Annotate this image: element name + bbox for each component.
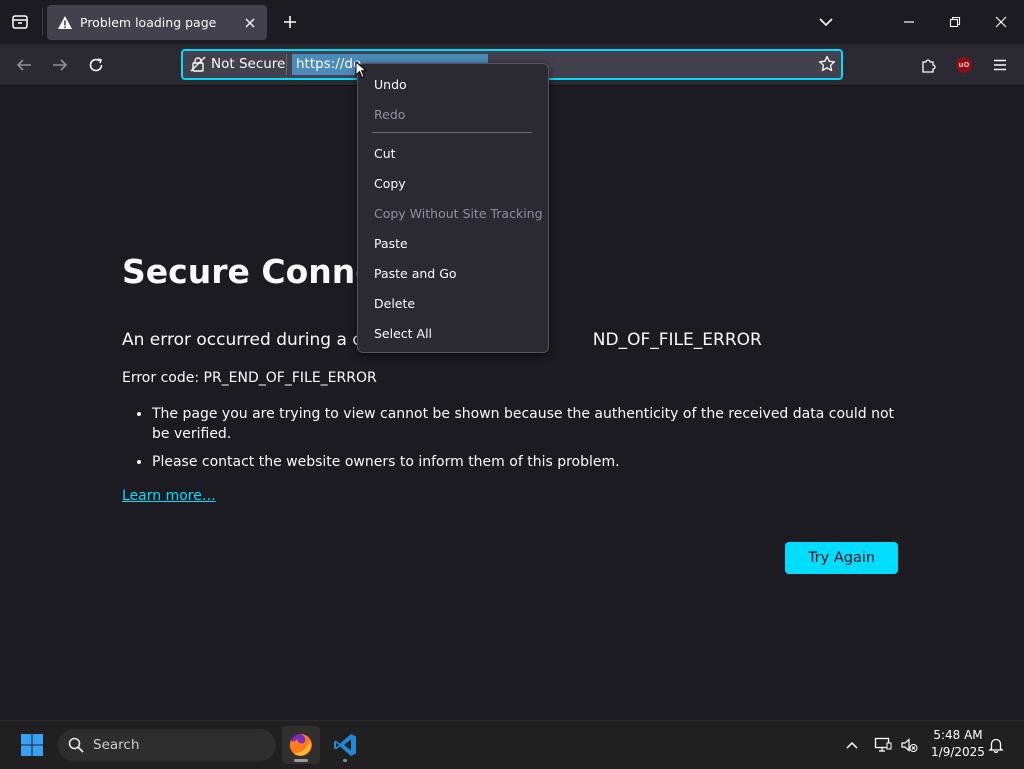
menu-item-select-all[interactable]: Select All: [374, 326, 432, 341]
tab-strip: Problem loading page: [0, 0, 1024, 44]
error-code: Error code: PR_END_OF_FILE_ERROR: [122, 370, 377, 386]
search-placeholder: Search: [93, 737, 140, 753]
minimize-button[interactable]: [897, 10, 921, 34]
puzzle-piece-icon: [922, 59, 936, 73]
not-secure-lock-icon[interactable]: [190, 56, 206, 72]
menu-item-paste-and-go[interactable]: Paste and Go: [374, 266, 457, 281]
speaker-muted-icon: [901, 738, 918, 752]
ublock-origin-button[interactable]: uO: [952, 53, 976, 77]
tab-title: Problem loading page: [80, 15, 217, 30]
error-description-left: An error occurred during a con: [122, 330, 383, 350]
close-tab-icon[interactable]: [239, 12, 261, 34]
forward-button[interactable]: [47, 52, 73, 78]
search-icon: [68, 737, 84, 753]
mouse-cursor-icon: [355, 61, 367, 79]
close-icon: [995, 16, 1007, 28]
chevron-up-icon: [846, 741, 858, 749]
tab-problem-loading[interactable]: Problem loading page: [47, 5, 267, 40]
url-context-menu: Undo Redo Cut Copy Copy Without Site Tra…: [357, 63, 549, 353]
reload-icon: [89, 58, 103, 72]
menu-item-copy-without-site-tracking: Copy Without Site Tracking: [374, 206, 543, 221]
new-tab-button[interactable]: [279, 11, 301, 33]
menu-separator: [372, 132, 532, 133]
vscode-icon: [334, 734, 356, 756]
plus-icon: [284, 16, 296, 28]
clock-time: 5:48 AM: [933, 728, 983, 742]
extensions-button[interactable]: [917, 53, 941, 77]
restore-icon: [949, 16, 961, 28]
restore-button[interactable]: [943, 10, 967, 34]
menu-item-redo: Redo: [374, 107, 406, 122]
open-app-indicator: [343, 759, 347, 762]
back-button[interactable]: [11, 52, 37, 78]
tab-separator: [42, 8, 43, 36]
list-item: The page you are trying to view cannot b…: [152, 404, 912, 444]
network-monitor-icon: [874, 737, 892, 752]
hamburger-menu-icon: [994, 59, 1006, 71]
arrow-left-icon: [16, 59, 31, 71]
minimize-icon: [904, 21, 914, 23]
reload-button[interactable]: [83, 52, 109, 78]
app-menu-button[interactable]: [988, 53, 1012, 77]
notifications-button[interactable]: [986, 735, 1006, 755]
menu-item-paste[interactable]: Paste: [374, 236, 408, 251]
taskbar-app-firefox[interactable]: [282, 726, 320, 764]
learn-more-link[interactable]: Learn more…: [122, 488, 216, 504]
volume-button[interactable]: [899, 735, 919, 755]
firefox-icon: [289, 734, 312, 756]
arrow-right-icon: [53, 59, 68, 71]
show-hidden-icons-button[interactable]: [842, 735, 862, 755]
warning-icon: [57, 15, 73, 31]
menu-item-cut[interactable]: Cut: [374, 146, 396, 161]
not-secure-label[interactable]: Not Secure: [211, 56, 285, 72]
list-item: Please contact the website owners to inf…: [152, 452, 912, 472]
bookmark-star-icon[interactable]: [818, 55, 836, 73]
taskbar-search-box[interactable]: Search: [58, 729, 276, 761]
bell-icon: [988, 738, 1004, 753]
firefox-view-icon: [12, 15, 28, 29]
error-reasons-list: The page you are trying to view cannot b…: [122, 404, 912, 480]
firefox-view-button[interactable]: [8, 10, 32, 34]
menu-item-copy[interactable]: Copy: [374, 176, 406, 191]
taskbar-clock[interactable]: 5:48 AM 1/9/2025: [926, 727, 990, 761]
windows-taskbar: Search 5:48 AM 1/9/2025: [0, 720, 1024, 769]
urlbar-divider: [286, 54, 287, 75]
chevron-down-icon: [819, 18, 833, 27]
close-window-button[interactable]: [989, 10, 1013, 34]
active-app-indicator: [294, 759, 308, 762]
network-status-button[interactable]: [873, 735, 893, 755]
taskbar-app-vscode[interactable]: [326, 726, 364, 764]
ublock-origin-icon: uO: [956, 57, 972, 73]
list-all-tabs-button[interactable]: [814, 10, 838, 34]
error-description-right: ND_OF_FILE_ERROR: [592, 330, 762, 350]
menu-item-undo[interactable]: Undo: [374, 77, 407, 92]
menu-item-delete[interactable]: Delete: [374, 296, 415, 311]
windows-start-icon[interactable]: [20, 733, 44, 757]
try-again-button[interactable]: Try Again: [785, 542, 898, 574]
clock-date: 1/9/2025: [931, 745, 985, 759]
